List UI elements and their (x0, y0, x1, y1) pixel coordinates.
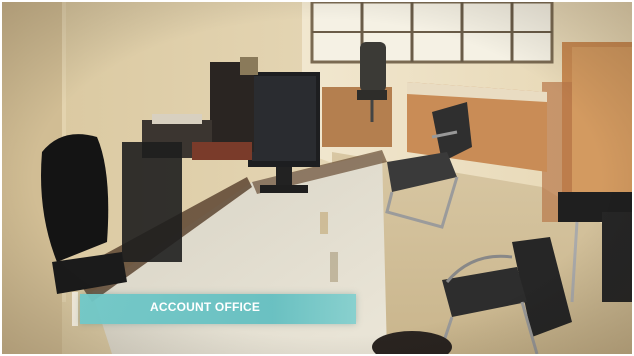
video-frame: ACCOUNT OFFICE (2, 2, 632, 354)
caption-banner: ACCOUNT OFFICE (80, 294, 356, 324)
caption-accent (72, 292, 78, 326)
caption-label: ACCOUNT OFFICE (150, 300, 261, 314)
